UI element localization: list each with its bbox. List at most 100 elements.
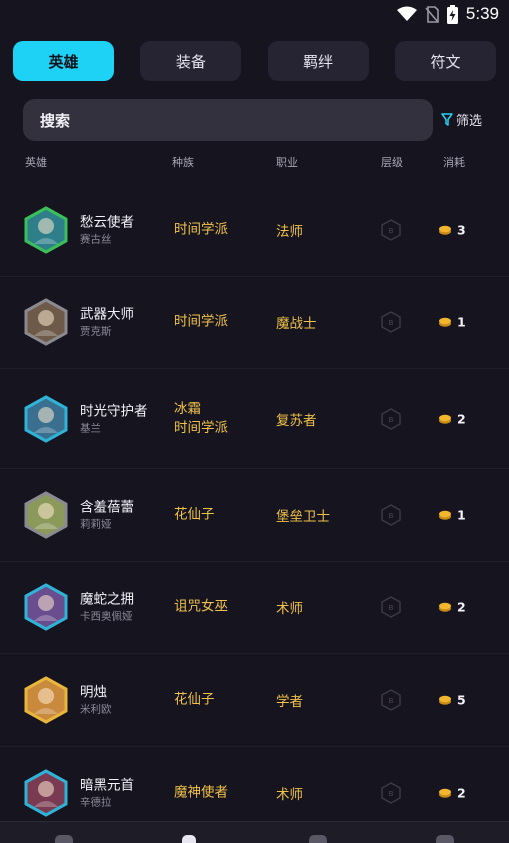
hero-cost-value: 1 xyxy=(457,507,466,523)
hero-cost: 5 xyxy=(438,692,466,707)
hero-subname: 莉莉娅 xyxy=(80,518,112,531)
hero-cost: 3 xyxy=(438,222,466,237)
hero-origin: 时间学派 xyxy=(174,221,228,238)
hero-origin: 魔神使者 xyxy=(174,784,228,801)
hero-name-block: 魔蛇之拥 卡西奥佩娅 xyxy=(80,591,160,624)
status-time: 5:39 xyxy=(465,4,499,23)
no-sim-icon xyxy=(425,5,439,23)
hero-subname: 贾克斯 xyxy=(80,325,112,338)
search-row: 搜索 筛选 xyxy=(23,99,493,141)
filter-icon xyxy=(441,113,453,126)
hero-name-block: 武器大师 贾克斯 xyxy=(80,306,160,339)
hero-cost: 2 xyxy=(438,411,466,426)
hero-origin: 诅咒女巫 xyxy=(174,598,228,615)
gold-coin-icon xyxy=(439,225,451,235)
filter-button[interactable]: 筛选 xyxy=(441,110,482,129)
bottom-navigation xyxy=(0,821,509,843)
hero-cost-value: 2 xyxy=(457,411,466,426)
hero-portrait xyxy=(24,769,68,817)
hero-name-block: 明烛 米利欧 xyxy=(80,683,160,716)
hero-cost-value: 2 xyxy=(457,599,466,615)
hero-origin: 时间学派 xyxy=(174,313,228,330)
hero-name: 武器大师 xyxy=(80,306,134,323)
status-bar: 5:39 xyxy=(0,0,509,30)
tier-badge-label: B xyxy=(389,227,394,235)
hero-class: 术师 xyxy=(276,786,303,803)
hero-row[interactable]: 明烛 米利欧 花仙子 学者 B 5 xyxy=(0,654,509,747)
hero-name: 时光守护者 xyxy=(80,403,148,419)
hero-name: 含羞蓓蕾 xyxy=(80,499,134,516)
hero-cost: 2 xyxy=(438,785,466,800)
hero-origin: 花仙子 xyxy=(174,506,215,523)
category-tabs: 英雄 装备 羁绊 符文 xyxy=(13,41,496,81)
tier-badge-icon: B xyxy=(381,688,401,711)
hero-portrait xyxy=(24,676,68,724)
hero-cost: 2 xyxy=(438,600,466,615)
hero-portrait xyxy=(24,206,68,254)
tier-badge-label: B xyxy=(389,790,394,798)
hero-portrait xyxy=(24,298,68,346)
tab-heroes[interactable]: 英雄 xyxy=(13,41,114,81)
tier-badge-label: B xyxy=(389,697,394,705)
column-header-cost: 消耗 xyxy=(443,156,465,169)
filter-label: 筛选 xyxy=(456,114,483,129)
hero-row[interactable]: 魔蛇之拥 卡西奥佩娅 诅咒女巫 术师 B 2 xyxy=(0,562,509,654)
tier-badge-icon: B xyxy=(381,596,401,619)
hero-list: 愁云使者 赛古丝 时间学派 法师 B 3 武器大师 贾克斯 时间学派 魔战士 B 1 时光守护者 基兰 冰霜… xyxy=(0,184,509,839)
hero-name-block: 时光守护者 基兰 xyxy=(80,402,160,435)
hero-subname: 卡西奥佩娅 xyxy=(80,610,133,623)
hero-subname: 赛古丝 xyxy=(80,233,112,246)
nav-item-3[interactable] xyxy=(309,835,327,843)
hero-row[interactable]: 愁云使者 赛古丝 时间学派 法师 B 3 xyxy=(0,184,509,277)
hero-subname: 米利欧 xyxy=(80,703,112,716)
hero-row[interactable]: 含羞蓓蕾 莉莉娅 花仙子 堡垒卫士 B 1 xyxy=(0,469,509,562)
hero-row[interactable]: 武器大师 贾克斯 时间学派 魔战士 B 1 xyxy=(0,277,509,369)
column-headers: 英雄 种族 职业 层级 消耗 xyxy=(0,154,509,170)
nav-item-2[interactable] xyxy=(182,835,196,843)
hero-name-block: 愁云使者 赛古丝 xyxy=(80,213,160,246)
search-input[interactable]: 搜索 xyxy=(23,99,433,141)
gold-coin-icon xyxy=(439,603,451,612)
tier-badge-label: B xyxy=(389,319,394,327)
tier-badge-icon: B xyxy=(381,781,401,804)
hero-class: 学者 xyxy=(276,693,303,710)
hero-cost-value: 5 xyxy=(457,692,466,708)
battery-charging-icon xyxy=(446,4,458,24)
gold-coin-icon xyxy=(439,510,451,520)
hero-name: 愁云使者 xyxy=(80,214,134,231)
hero-name-block: 暗黑元首 辛德拉 xyxy=(80,776,160,809)
tab-runes[interactable]: 符文 xyxy=(394,41,496,81)
gold-coin-icon xyxy=(439,695,451,705)
hero-class: 法师 xyxy=(276,223,303,240)
hero-cost: 1 xyxy=(438,507,466,522)
hero-name: 魔蛇之拥 xyxy=(80,591,134,608)
tier-badge-icon: B xyxy=(381,503,401,526)
hero-portrait xyxy=(24,394,68,443)
hero-subname: 基兰 xyxy=(80,422,101,434)
column-header-origin: 种族 xyxy=(172,156,194,169)
tier-badge-icon: B xyxy=(381,407,401,430)
tab-traits[interactable]: 羁绊 xyxy=(267,41,369,81)
hero-class: 复苏者 xyxy=(276,412,317,429)
hero-origin: 花仙子 xyxy=(174,691,215,708)
nav-item-1[interactable] xyxy=(55,835,73,843)
hero-portrait xyxy=(24,583,68,631)
gold-coin-icon xyxy=(439,318,451,327)
wifi-icon xyxy=(396,6,417,21)
nav-item-4[interactable] xyxy=(436,835,454,843)
hero-origin-line: 冰霜 xyxy=(174,400,201,417)
hero-origin-line: 时间学派 xyxy=(174,419,228,436)
hero-subname: 辛德拉 xyxy=(80,796,112,809)
tier-badge-label: B xyxy=(389,416,394,424)
gold-coin-icon xyxy=(439,788,451,798)
tier-badge-label: B xyxy=(389,512,394,520)
hero-name-block: 含羞蓓蕾 莉莉娅 xyxy=(80,498,160,531)
hero-cost-value: 3 xyxy=(457,222,466,238)
hero-origin: 冰霜 时间学派 xyxy=(174,400,228,438)
hero-portrait xyxy=(24,491,68,539)
hero-class: 堡垒卫士 xyxy=(276,508,330,525)
hero-name: 暗黑元首 xyxy=(80,777,134,794)
tab-items[interactable]: 装备 xyxy=(140,41,242,81)
hero-row[interactable]: 时光守护者 基兰 冰霜 时间学派 复苏者 B 2 xyxy=(0,369,509,469)
hero-cost-value: 1 xyxy=(457,314,466,330)
